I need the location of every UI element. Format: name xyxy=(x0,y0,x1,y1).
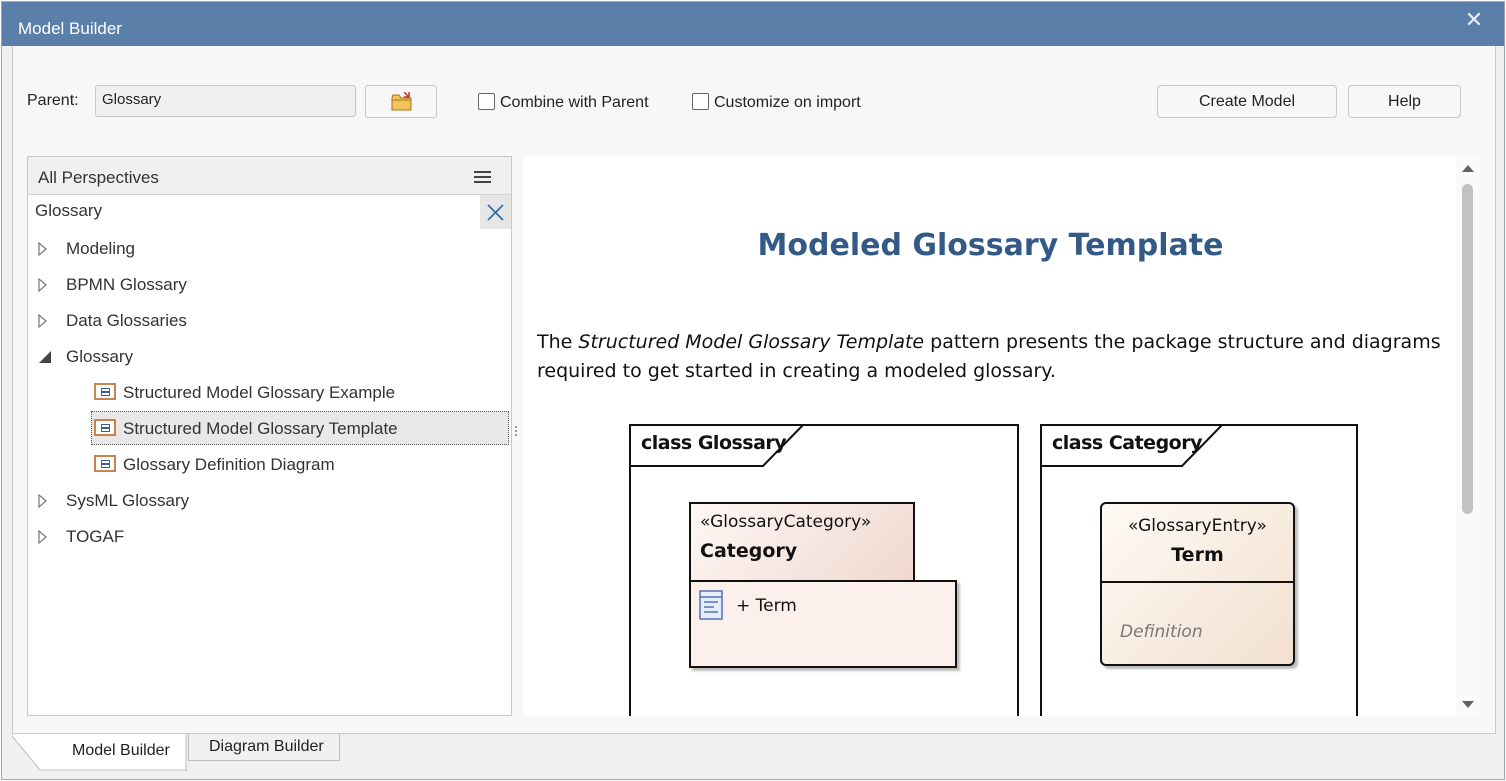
diagram-frame-category: class Category «GlossaryEntry» Term Defi… xyxy=(1040,424,1358,716)
bottom-tabs: Model Builder Diagram Builder xyxy=(12,734,1496,779)
title-bar: Model Builder ✕ xyxy=(2,2,1504,46)
diagram-icon xyxy=(94,419,116,436)
entry-name: Term xyxy=(1171,544,1224,566)
tree-item-label: Glossary xyxy=(66,347,134,366)
panel-splitter[interactable] xyxy=(515,426,518,442)
glossary-entry-class: «GlossaryEntry» Term Definition xyxy=(1100,502,1295,666)
create-model-button[interactable]: Create Model xyxy=(1157,85,1337,118)
diagram-icon xyxy=(94,455,116,472)
preview-panel: Modeled Glossary Template The Structured… xyxy=(523,156,1480,716)
tree-item-label: Modeling xyxy=(66,239,135,258)
tree-item-label: Structured Model Glossary Example xyxy=(123,383,396,402)
browse-parent-button[interactable] xyxy=(365,85,437,118)
attribute-icon xyxy=(699,590,723,620)
collapse-arrow-icon[interactable] xyxy=(38,351,52,364)
glossary-category-package-tab: «GlossaryCategory» Category xyxy=(689,502,915,582)
clear-search-icon xyxy=(487,204,504,221)
window-title: Model Builder xyxy=(18,19,122,38)
tab-label: Diagram Builder xyxy=(209,738,324,755)
perspectives-header[interactable]: All Perspectives xyxy=(28,157,511,195)
preview-title: Modeled Glossary Template xyxy=(757,228,1224,263)
tab-diagram-builder[interactable]: Diagram Builder xyxy=(188,734,340,761)
description-text-start: The xyxy=(537,331,579,353)
tab-label: Model Builder xyxy=(72,742,170,759)
expand-arrow-icon[interactable] xyxy=(38,530,48,544)
perspectives-title: All Perspectives xyxy=(38,168,159,187)
tree-item-sysml-glossary[interactable]: SysML Glossary xyxy=(28,483,511,517)
tree-item-label: SysML Glossary xyxy=(66,491,190,510)
entry-attribute: Definition xyxy=(1120,622,1203,642)
hamburger-menu-icon[interactable] xyxy=(474,171,491,186)
frame-label: class Glossary xyxy=(641,432,787,454)
perspective-search-input[interactable]: Glossary xyxy=(35,201,102,221)
expand-arrow-icon[interactable] xyxy=(38,314,48,328)
clear-search-button[interactable] xyxy=(480,195,511,229)
customize-on-import-label: Customize on import xyxy=(714,94,861,111)
diagram-frame-glossary: class Glossary «GlossaryCategory» Catego… xyxy=(629,424,1019,716)
tree-item-modeling[interactable]: Modeling xyxy=(28,231,511,265)
description-pattern-name: Structured Model Glossary Template xyxy=(578,331,925,353)
expand-arrow-icon[interactable] xyxy=(38,242,48,256)
model-builder-window: Model Builder ✕ Parent: Glossary Combine… xyxy=(1,1,1505,780)
tree-item-label: Structured Model Glossary Template xyxy=(123,419,398,438)
tree-item-bpmn-glossary[interactable]: BPMN Glossary xyxy=(28,267,511,301)
tree-item-data-glossaries[interactable]: Data Glossaries xyxy=(28,303,511,337)
tree-item-label: TOGAF xyxy=(66,527,125,546)
frame-label: class Category xyxy=(1052,432,1202,454)
expand-arrow-icon[interactable] xyxy=(38,278,48,292)
preview-scrollbar[interactable] xyxy=(1456,156,1480,716)
close-icon[interactable]: ✕ xyxy=(1462,8,1486,32)
scroll-thumb[interactable] xyxy=(1462,184,1473,514)
glossary-category-package-body: + Term xyxy=(689,580,957,668)
combine-with-parent-label: Combine with Parent xyxy=(500,94,649,111)
tree-item-glossary[interactable]: Glossary xyxy=(28,339,511,373)
tree-item-structured-model-glossary-template[interactable]: Structured Model Glossary Template xyxy=(91,411,509,445)
tree-item-label: Glossary Definition Diagram xyxy=(123,455,335,474)
category-name: Category xyxy=(700,540,798,562)
category-stereotype: «GlossaryCategory» xyxy=(700,512,872,532)
combine-with-parent-checkbox[interactable] xyxy=(478,93,495,110)
tree-item-label: BPMN Glossary xyxy=(66,275,187,294)
diagram-icon xyxy=(94,383,116,400)
scroll-up-icon[interactable] xyxy=(1462,165,1474,172)
tree-item-glossary-definition-diagram[interactable]: Glossary Definition Diagram xyxy=(28,447,511,481)
expand-arrow-icon[interactable] xyxy=(38,494,48,508)
customize-on-import-checkbox[interactable] xyxy=(692,93,709,110)
tree-item-togaf[interactable]: TOGAF xyxy=(28,519,511,553)
entry-stereotype: «GlossaryEntry» xyxy=(1128,516,1267,536)
scroll-down-icon[interactable] xyxy=(1462,701,1474,708)
tree-item-structured-model-glossary-example[interactable]: Structured Model Glossary Example xyxy=(28,375,511,409)
class-compartment-divider xyxy=(1102,581,1293,583)
perspectives-panel: All Perspectives Glossary Modeling BPMN … xyxy=(27,156,512,716)
parent-field[interactable]: Glossary xyxy=(95,85,356,117)
parent-label: Parent: xyxy=(27,92,79,109)
tree-item-label: Data Glossaries xyxy=(66,311,187,330)
category-attribute: + Term xyxy=(736,596,797,616)
preview-description: The Structured Model Glossary Template p… xyxy=(537,328,1462,386)
folder-icon xyxy=(391,92,412,111)
help-button[interactable]: Help xyxy=(1348,85,1461,118)
model-builder-frame: Parent: Glossary Combine with Parent Cus… xyxy=(12,46,1496,734)
tab-model-builder[interactable]: Model Builder xyxy=(12,734,186,769)
